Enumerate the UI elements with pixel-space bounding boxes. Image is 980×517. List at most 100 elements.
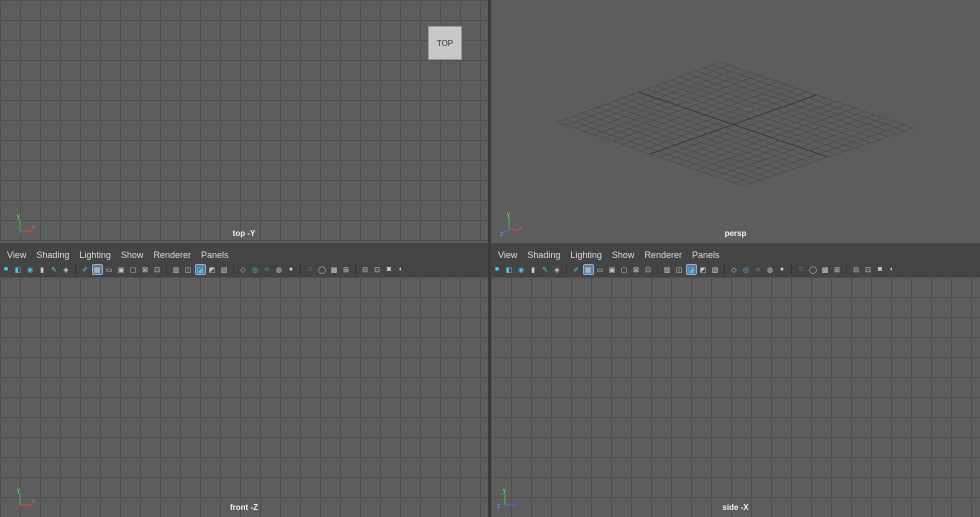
toolbar-separator [166, 265, 167, 274]
camera-lock-icon[interactable]: ◧ [14, 265, 23, 274]
menu-lighting[interactable]: Lighting [79, 250, 111, 260]
viewport-persp[interactable]: y x z persp [491, 0, 980, 243]
shadows-icon[interactable]: ⊡ [153, 265, 162, 274]
shadows-icon[interactable]: ⊡ [373, 265, 382, 274]
xray-icon[interactable]: ⊞ [833, 265, 842, 274]
wireframe-icon[interactable]: ▭ [596, 265, 605, 274]
toolbar-separator [724, 265, 725, 274]
xray-icon[interactable]: ⊞ [342, 265, 351, 274]
toolbar-separator [300, 265, 301, 274]
toolbar-separator [566, 265, 567, 274]
menu-view[interactable]: View [498, 250, 517, 260]
toolbar-separator [657, 265, 658, 274]
film-gate-icon[interactable]: ◍ [766, 265, 775, 274]
grid-icon[interactable]: ☼ [754, 265, 763, 274]
shaded-icon[interactable]: ▩ [821, 265, 830, 274]
menu-show[interactable]: Show [121, 250, 144, 260]
wireframe-icon[interactable]: ▭ [105, 265, 114, 274]
toolbar-right: ■ ◧ ◉ ▮ ✎ ◈ ✐ ▦ ▭ ▣ ▢ ⊠ ⊡ ▥ ◫ ◪ ◩ ▧ ◇ ◎ ☼ ◍ ● ◌ ◯ ▩ ⊞ ⊟ ⊡ ◙ ◐ [491, 263, 980, 276]
resolution-gate-icon[interactable]: ✐ [81, 265, 90, 274]
shaded-icon[interactable]: ▣ [608, 265, 617, 274]
bookmark-icon[interactable]: ◉ [517, 265, 526, 274]
toolbar-separator [75, 265, 76, 274]
xray-icon[interactable]: ▢ [620, 265, 629, 274]
menu-renderer[interactable]: Renderer [153, 250, 191, 260]
camera-lock-icon[interactable]: ▧ [711, 265, 720, 274]
viewport-label-side: side -X [722, 503, 749, 512]
grid-icon[interactable]: ☼ [263, 265, 272, 274]
view-cube-label: TOP [436, 38, 454, 48]
toolbar-separator [791, 265, 792, 274]
safe-area-icon[interactable]: ▦ [582, 264, 594, 275]
xray-icon[interactable]: ▢ [129, 265, 138, 274]
menu-view[interactable]: View [7, 250, 26, 260]
isolate-icon[interactable]: ▥ [172, 265, 181, 274]
frame-icon[interactable]: ◫ [675, 265, 684, 274]
film-gate-icon[interactable]: ◈ [553, 265, 562, 274]
menu-shading[interactable]: Shading [527, 250, 560, 260]
resolution-gate-icon[interactable]: ● [778, 265, 787, 274]
render-icon[interactable]: ◪ [685, 264, 697, 275]
camera-lock-icon[interactable]: ◧ [505, 265, 514, 274]
lights-icon[interactable]: ⊠ [632, 265, 641, 274]
menu-renderer[interactable]: Renderer [644, 250, 682, 260]
frame-icon[interactable]: ◫ [184, 265, 193, 274]
render-icon[interactable]: ◪ [194, 264, 206, 275]
camera-icon[interactable]: ◩ [699, 265, 708, 274]
isolate-icon[interactable]: ◙ [385, 265, 394, 274]
image-plane-icon[interactable]: ▮ [529, 265, 538, 274]
view-cube[interactable]: TOP [428, 26, 462, 60]
shadows-icon[interactable]: ⊡ [864, 265, 873, 274]
wireframe-icon[interactable]: ◯ [318, 265, 327, 274]
viewport-front[interactable]: y x front -Z [0, 277, 488, 517]
menubar-left: View Shading Lighting Show Renderer Pane… [0, 248, 488, 262]
frame-icon[interactable]: ◐ [888, 265, 897, 274]
toolbar-left: ■ ◧ ◉ ▮ ✎ ◈ ✐ ▦ ▭ ▣ ▢ ⊠ ⊡ ▥ ◫ ◪ ◩ ▧ ◇ ◎ ☼ ◍ ● ◌ ◯ ▩ ⊞ ⊟ ⊡ ◙ ◐ [0, 263, 488, 276]
shaded-icon[interactable]: ▣ [117, 265, 126, 274]
viewport-label-front: front -Z [230, 503, 258, 512]
menu-lighting[interactable]: Lighting [570, 250, 602, 260]
safe-area-icon[interactable]: ▦ [91, 264, 103, 275]
shaded-icon[interactable]: ▩ [330, 265, 339, 274]
lights-icon[interactable]: ⊟ [852, 265, 861, 274]
film-gate-icon[interactable]: ◍ [275, 265, 284, 274]
wireframe-icon[interactable]: ◯ [809, 265, 818, 274]
viewport-label-top: top -Y [232, 229, 256, 238]
image-plane-icon[interactable]: ▮ [38, 265, 47, 274]
isolate-icon[interactable]: ▥ [663, 265, 672, 274]
camera-icon[interactable]: ■ [2, 265, 11, 274]
viewport-top[interactable]: TOP y x top -Y [0, 0, 488, 243]
camera-icon[interactable]: ◩ [208, 265, 217, 274]
bookmark-icon[interactable]: ◉ [26, 265, 35, 274]
grid-icon[interactable]: ✎ [50, 265, 59, 274]
safe-area-icon[interactable]: ◌ [306, 265, 315, 274]
axis-y-label: y [503, 488, 506, 494]
image-plane-icon[interactable]: ◎ [742, 265, 751, 274]
isolate-icon[interactable]: ◙ [876, 265, 885, 274]
frame-icon[interactable]: ◐ [397, 265, 406, 274]
lights-icon[interactable]: ⊟ [361, 265, 370, 274]
viewport-side[interactable]: y z side -X [491, 277, 980, 517]
toolbar-separator [355, 265, 356, 274]
toolbar-separator [233, 265, 234, 274]
film-gate-icon[interactable]: ◈ [62, 265, 71, 274]
shadows-icon[interactable]: ⊡ [644, 265, 653, 274]
grid-icon[interactable]: ✎ [541, 265, 550, 274]
resolution-gate-icon[interactable]: ● [287, 265, 296, 274]
menu-show[interactable]: Show [612, 250, 635, 260]
menu-panels[interactable]: Panels [692, 250, 720, 260]
resolution-gate-icon[interactable]: ✐ [572, 265, 581, 274]
menu-shading[interactable]: Shading [36, 250, 69, 260]
bookmark-icon[interactable]: ◇ [730, 265, 739, 274]
menu-panels[interactable]: Panels [201, 250, 229, 260]
axis-y-label: y [17, 214, 20, 220]
lights-icon[interactable]: ⊠ [141, 265, 150, 274]
toolbar-separator [846, 265, 847, 274]
safe-area-icon[interactable]: ◌ [797, 265, 806, 274]
camera-lock-icon[interactable]: ▧ [220, 265, 229, 274]
persp-grid [556, 61, 914, 187]
camera-icon[interactable]: ■ [493, 265, 502, 274]
bookmark-icon[interactable]: ◇ [239, 265, 248, 274]
image-plane-icon[interactable]: ◎ [251, 265, 260, 274]
viewport-label-persp: persp [724, 229, 747, 238]
